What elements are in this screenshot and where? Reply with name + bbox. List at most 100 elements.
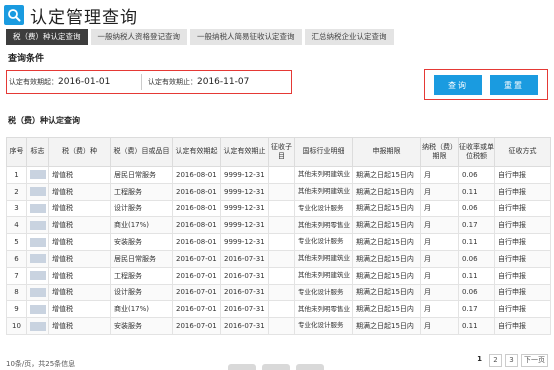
cell-tax-type: 增值税 [48,182,111,201]
cell-rate: 0.06 [458,283,495,302]
cell-period: 月 [420,216,459,235]
flag-marker [29,287,46,297]
page-3[interactable]: 3 [505,354,518,367]
cell-flag [26,266,49,285]
tab-general-taxpayer[interactable]: 一般纳税人资格登记查询 [90,29,187,45]
end-date-label: 认定有效期止： [148,78,197,86]
cell-valid-from: 2016-07-01 [172,300,221,319]
cell-valid-to: 9999-12-31 [220,166,269,184]
cell-tax-item: 安装服务 [110,317,173,335]
table-header-row: 序号 标志 税（费）种 税（费）目或品目 认定有效期起 认定有效期止 征收子目 … [6,137,551,167]
cell-valid-to: 2016-07-31 [220,283,269,302]
flag-marker [29,220,46,230]
flag-marker [29,271,46,281]
page-title: 认定管理查询 [30,7,138,28]
cell-rate: 0.06 [458,249,495,268]
obscured-button [228,364,256,370]
cell-tax-item: 工程服务 [110,182,173,201]
cell-tax-type: 增值税 [48,283,111,302]
cell-valid-from: 2016-07-01 [172,249,221,268]
cell-period: 月 [420,199,459,218]
next-page-button[interactable]: 下一页 [521,354,548,367]
cell-method: 自行申报 [494,317,551,335]
reset-button[interactable]: 重置 [490,75,538,95]
cell-rate: 0.11 [458,182,495,201]
flag-marker [29,187,46,197]
cell-flag [26,216,49,235]
flag-marker [29,170,46,180]
pagination: 1 2 3 下一页 [473,354,548,367]
cell-valid-from: 2016-08-01 [172,233,221,251]
cell-rate: 0.11 [458,317,495,335]
cell-valid-to: 9999-12-31 [220,182,269,201]
table-body: 1 增值税 居民日常服务 2016-08-01 9999-12-31 其他未列明建筑业 期满… [6,166,551,335]
col-valid-from: 认定有效期起 [172,137,221,167]
table-row: 10 增值税 安装服务 2016-07-01 2016-07-31 专业化设计服务 期满之日… [6,317,551,335]
cell-tax-type: 增值税 [48,317,111,335]
cell-method: 自行申报 [494,182,551,201]
cell-flag [26,199,49,218]
cell-index: 5 [6,233,27,251]
cell-index: 1 [6,166,27,184]
cell-industry: 其他未列明建筑业 [294,182,353,201]
tab-tax-type[interactable]: 税（费）种认定查询 [6,29,88,45]
page-2[interactable]: 2 [489,354,502,367]
cell-tax-type: 增值税 [48,266,111,285]
cell-valid-to: 2016-07-31 [220,300,269,319]
tab-simple-levy[interactable]: 一般纳税人简易征收认定查询 [190,29,302,45]
cell-index: 8 [6,283,27,302]
cell-valid-from: 2016-08-01 [172,216,221,235]
cell-method: 自行申报 [494,166,551,184]
cell-rate: 0.17 [458,300,495,319]
cell-industry: 其他未列明零售业 [294,216,353,235]
page-1[interactable]: 1 [473,354,486,367]
cell-valid-to: 2016-07-31 [220,266,269,285]
cell-rate: 0.06 [458,166,495,184]
end-date-input[interactable] [197,74,281,90]
cell-deadline: 期满之日起15日内 [352,166,421,184]
cell-valid-from: 2016-07-01 [172,266,221,285]
tab-consolidated[interactable]: 汇总纳税企业认定查询 [304,29,394,45]
cell-deadline: 期满之日起15日内 [352,199,421,218]
cell-tax-item: 商业(17%) [110,216,173,235]
cell-valid-to: 9999-12-31 [220,216,269,235]
cell-deadline: 期满之日起15日内 [352,317,421,335]
col-tax-item: 税（费）目或品目 [110,137,173,167]
cell-rate: 0.17 [458,216,495,235]
cell-sub-item [268,199,295,218]
cell-tax-type: 增值税 [48,300,111,319]
cell-sub-item [268,300,295,319]
col-index: 序号 [6,137,27,167]
col-method: 征收方式 [494,137,551,167]
cell-valid-to: 2016-07-31 [220,317,269,335]
cell-rate: 0.06 [458,199,495,218]
cell-period: 月 [420,182,459,201]
search-icon [4,5,24,25]
cell-period: 月 [420,300,459,319]
cell-sub-item [268,317,295,335]
cell-valid-to: 2016-07-31 [220,249,269,268]
cell-tax-type: 增值税 [48,216,111,235]
table-row: 7 增值税 工程服务 2016-07-01 2016-07-31 其他未列明建筑业 期满之日… [6,266,551,285]
tab-bar: 税（费）种认定查询 一般纳税人资格登记查询 一般纳税人简易征收认定查询 汇总纳税… [6,29,394,45]
cell-valid-to: 9999-12-31 [220,233,269,251]
query-button[interactable]: 查询 [434,75,482,95]
cell-tax-type: 增值税 [48,166,111,184]
cell-period: 月 [420,266,459,285]
cell-sub-item [268,249,295,268]
date-filter: 认定有效期起： 认定有效期止： [6,70,292,94]
cell-rate: 0.11 [458,233,495,251]
cell-sub-item [268,216,295,235]
cell-tax-type: 增值税 [48,249,111,268]
results-title: 税（费）种认定查询 [8,116,80,125]
cell-deadline: 期满之日起15日内 [352,182,421,201]
table-row: 5 增值税 安装服务 2016-08-01 9999-12-31 专业化设计服务 期满之日起… [6,233,551,251]
conditions-title: 查询条件 [8,54,45,64]
cell-flag [26,283,49,302]
start-date-input[interactable] [58,74,142,90]
cell-deadline: 期满之日起15日内 [352,300,421,319]
col-valid-to: 认定有效期止 [220,137,269,167]
cell-flag [26,317,49,335]
col-rate: 征收率或单位税额 [458,137,495,167]
obscured-button [262,364,290,370]
